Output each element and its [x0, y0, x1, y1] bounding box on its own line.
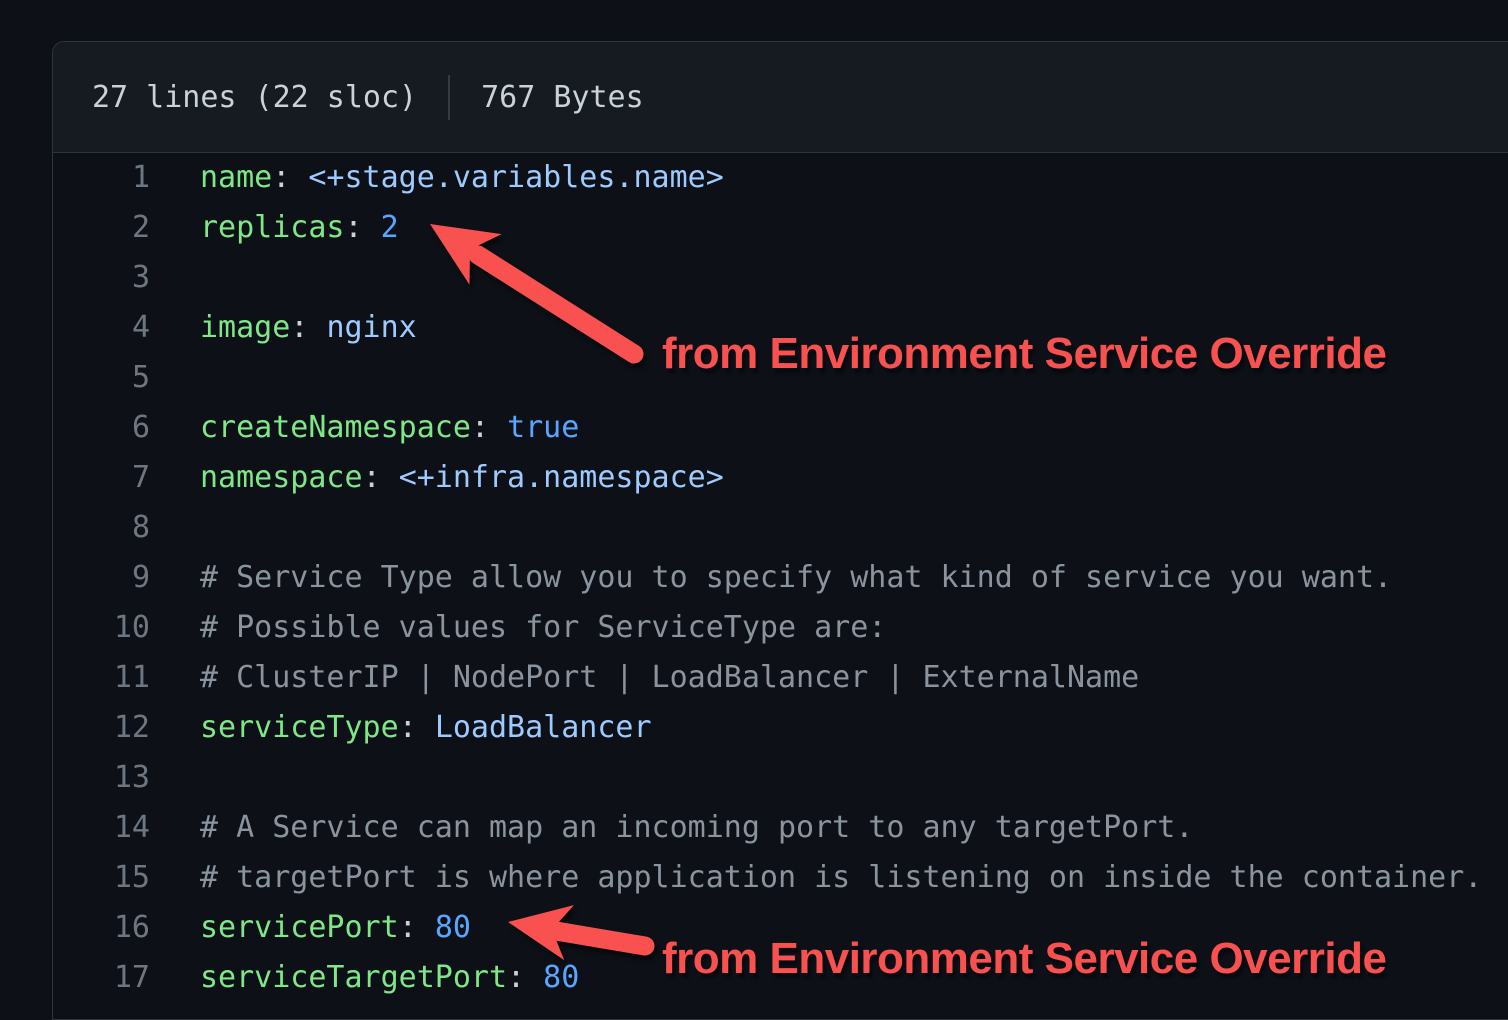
- code-token-str: nginx: [326, 310, 416, 345]
- code-line: 9 # Service Type allow you to specify wha…: [53, 553, 1508, 603]
- line-number[interactable]: 8: [53, 503, 150, 553]
- code-token-comment: # targetPort is where application is lis…: [200, 860, 1482, 895]
- code-token-key: image: [200, 310, 290, 345]
- code-line: 15 # targetPort is where application is l…: [53, 853, 1508, 903]
- line-number[interactable]: 12: [53, 703, 150, 753]
- code-line: 7 namespace: <+infra.namespace>: [53, 453, 1508, 503]
- code-token-key: serviceType: [200, 710, 399, 745]
- file-viewer-panel: 27 lines (22 sloc) 767 Bytes 1 name: <+st…: [52, 41, 1508, 1020]
- line-number[interactable]: 1: [53, 153, 150, 203]
- code-line-content: image: nginx: [200, 303, 417, 353]
- line-number[interactable]: 17: [53, 953, 150, 1003]
- code-line: 12 serviceType: LoadBalancer: [53, 703, 1508, 753]
- code-line-content: namespace: <+infra.namespace>: [200, 453, 724, 503]
- code-line: 8: [53, 503, 1508, 553]
- line-number[interactable]: 3: [53, 253, 150, 303]
- code-line-content: serviceTargetPort: 80: [200, 953, 579, 1003]
- code-line: 10 # Possible values for ServiceType are:: [53, 603, 1508, 653]
- code-line-content: # ClusterIP | NodePort | LoadBalancer | …: [200, 653, 1139, 703]
- line-number[interactable]: 10: [53, 603, 150, 653]
- code-token-punct: :: [399, 910, 435, 945]
- code-line-content: createNamespace: true: [200, 403, 579, 453]
- code-token-key: createNamespace: [200, 410, 471, 445]
- line-number[interactable]: 11: [53, 653, 150, 703]
- code-token-const: 2: [381, 210, 399, 245]
- code-token-punct: :: [399, 710, 435, 745]
- code-token-str: <+infra.namespace>: [399, 460, 724, 495]
- code-token-str: LoadBalancer: [435, 710, 652, 745]
- code-line-content: # Possible values for ServiceType are:: [200, 603, 886, 653]
- code-line-content: replicas: 2: [200, 203, 399, 253]
- code-token-comment: # Service Type allow you to specify what…: [200, 560, 1392, 595]
- code-token-const: true: [507, 410, 579, 445]
- line-number[interactable]: 14: [53, 803, 150, 853]
- line-number[interactable]: 4: [53, 303, 150, 353]
- code-line-content: servicePort: 80: [200, 903, 471, 953]
- code-blob: 1name: <+stage.variables.name>2replicas:…: [53, 153, 1508, 1003]
- code-token-const: 80: [435, 910, 471, 945]
- line-number[interactable]: 15: [53, 853, 150, 903]
- code-line: 11 # ClusterIP | NodePort | LoadBalancer …: [53, 653, 1508, 703]
- code-line: 6 createNamespace: true: [53, 403, 1508, 453]
- code-line-content: name: <+stage.variables.name>: [200, 153, 724, 203]
- code-token-key: namespace: [200, 460, 363, 495]
- line-number[interactable]: 6: [53, 403, 150, 453]
- code-token-const: 80: [543, 960, 579, 995]
- code-token-key: name: [200, 160, 272, 195]
- line-number[interactable]: 5: [53, 353, 150, 403]
- code-line-content: serviceType: LoadBalancer: [200, 703, 652, 753]
- code-token-str: <+stage.variables.name>: [308, 160, 723, 195]
- line-number[interactable]: 13: [53, 753, 150, 803]
- code-line-content: # Service Type allow you to specify what…: [200, 553, 1392, 603]
- line-number[interactable]: 2: [53, 203, 150, 253]
- code-token-comment: # Possible values for ServiceType are:: [200, 610, 886, 645]
- code-token-punct: :: [345, 210, 381, 245]
- code-line: 1 name: <+stage.variables.name>: [53, 153, 1508, 203]
- code-token-key: servicePort: [200, 910, 399, 945]
- annotation-text-2: from Environment Service Override: [662, 937, 1386, 981]
- code-token-punct: :: [471, 410, 507, 445]
- code-line-content: # A Service can map an incoming port to …: [200, 803, 1193, 853]
- line-number[interactable]: 16: [53, 903, 150, 953]
- annotation-text-1: from Environment Service Override: [662, 332, 1386, 376]
- code-token-punct: :: [290, 310, 326, 345]
- code-line: 2replicas: 2: [53, 203, 1508, 253]
- code-token-comment: # ClusterIP | NodePort | LoadBalancer | …: [200, 660, 1139, 695]
- file-lines-info: 27 lines (22 sloc): [92, 80, 417, 115]
- code-token-punct: :: [363, 460, 399, 495]
- header-divider: [448, 75, 450, 120]
- page: { "header": { "lines_info": "27 lines (2…: [0, 0, 1508, 1006]
- file-size: 767 Bytes: [481, 80, 644, 115]
- code-line-content: # targetPort is where application is lis…: [200, 853, 1482, 903]
- file-header: 27 lines (22 sloc) 767 Bytes: [53, 42, 1508, 153]
- code-token-punct: :: [272, 160, 308, 195]
- code-line: 14 # A Service can map an incoming port t…: [53, 803, 1508, 853]
- code-token-punct: :: [507, 960, 543, 995]
- code-line: 3: [53, 253, 1508, 303]
- line-number[interactable]: 9: [53, 553, 150, 603]
- line-number[interactable]: 7: [53, 453, 150, 503]
- code-token-key: serviceTargetPort: [200, 960, 507, 995]
- code-line: 13: [53, 753, 1508, 803]
- code-token-comment: # A Service can map an incoming port to …: [200, 810, 1193, 845]
- code-token-key: replicas: [200, 210, 345, 245]
